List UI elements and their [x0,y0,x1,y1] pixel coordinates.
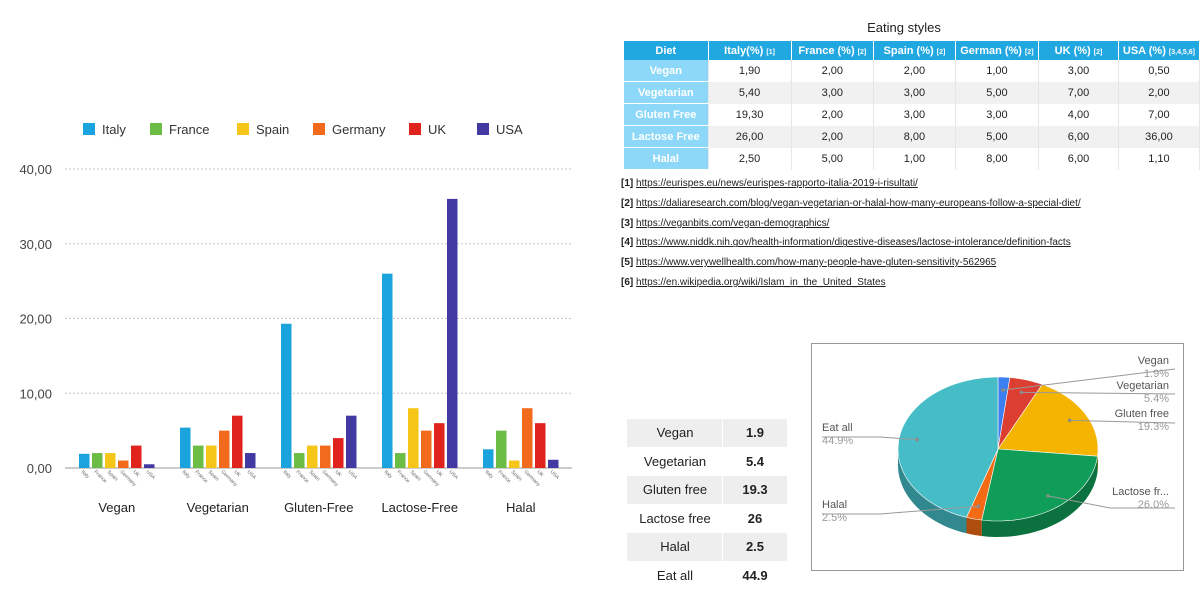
pie-label-name: Eat all [822,422,853,434]
pie-label-name: Lactose fr... [1112,486,1169,498]
pie-label-name: Halal [822,499,847,511]
pie-label-percent: 2.5% [822,512,847,524]
pie-slice [981,448,1098,522]
pie-label-name: Vegan [1138,355,1169,367]
pie-label-name: Gluten free [1115,408,1169,420]
pie-label-percent: 44.9% [822,435,853,447]
pie-slice-side [966,517,982,536]
pie-label-percent: 26.0% [1138,499,1169,511]
pie-chart: Vegan1.9%Vegetarian5.4% Gluten free19.3% L… [822,355,1176,537]
pie-label-percent: 5.4% [1144,393,1169,405]
pie-label-percent: 19.3% [1138,421,1169,433]
pie-label-name: Vegetarian [1116,380,1169,392]
pie-label-percent: 1.9% [1144,368,1169,380]
